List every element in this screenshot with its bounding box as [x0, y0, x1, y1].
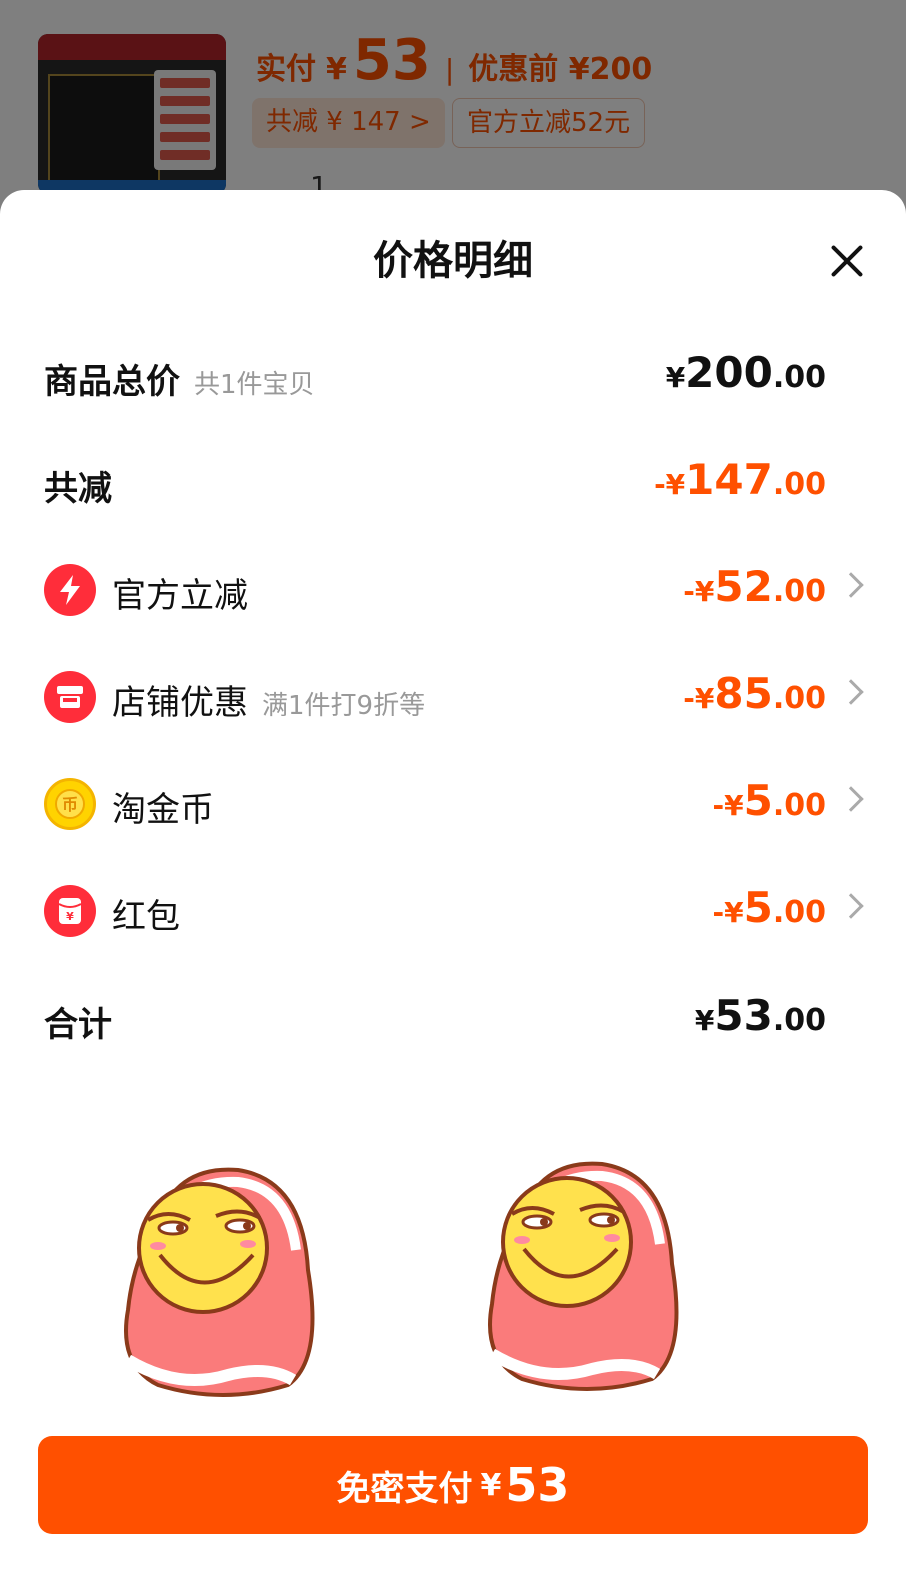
- pay-button-currency: ¥: [480, 1467, 502, 1503]
- row-label: 淘金币: [112, 790, 214, 830]
- shop-discount-note: 满1件打9折等: [262, 691, 426, 721]
- row-red-packet[interactable]: ¥ 红包 -¥ 5.00: [0, 879, 906, 939]
- shop-discount-amount: -¥ 85.00: [683, 669, 826, 718]
- row-label: 商品总价 共1件宝贝: [44, 362, 315, 402]
- red-packet-amount: -¥ 5.00: [712, 883, 827, 932]
- blanket-smiley-sticker: [488, 1161, 679, 1391]
- item-count-note: 共1件宝贝: [194, 370, 315, 400]
- lightning-icon: [44, 564, 96, 616]
- row-label: 店铺优惠 满1件打9折等: [112, 683, 426, 723]
- chevron-right-icon[interactable]: [838, 786, 864, 812]
- item-total-amount: ¥200.00: [665, 348, 826, 397]
- chevron-right-icon[interactable]: [838, 572, 864, 598]
- password-free-pay-button[interactable]: 免密支付 ¥ 53: [38, 1436, 868, 1534]
- pay-button-amount: 53: [505, 1458, 570, 1512]
- total-discount-amount: -¥ 147.00: [654, 455, 826, 504]
- taojinbi-amount: -¥ 5.00: [712, 776, 827, 825]
- pay-button-label: 免密支付: [336, 1468, 473, 1509]
- row-grand-total: 合计 ¥53.00: [0, 987, 906, 1047]
- official-discount-amount: -¥ 52.00: [683, 562, 826, 611]
- red-packet-icon: ¥: [44, 885, 96, 937]
- shop-icon: [44, 671, 96, 723]
- row-label: 合计: [44, 1005, 112, 1045]
- row-label: 红包: [112, 897, 180, 937]
- chevron-right-icon[interactable]: [838, 893, 864, 919]
- svg-text:币: 币: [62, 795, 78, 814]
- row-official-discount[interactable]: 官方立减 -¥ 52.00: [0, 558, 906, 618]
- gold-coin-icon: 币: [44, 778, 96, 830]
- price-detail-sheet: 价格明细 商品总价 共1件宝贝 ¥200.00 共减 -¥ 147.00 官方立减 …: [0, 190, 906, 1593]
- sheet-title: 价格明细: [373, 238, 533, 284]
- row-label: 官方立减: [112, 576, 248, 616]
- row-total-discount: 共减 -¥ 147.00: [0, 451, 906, 511]
- sticker-area: [0, 1160, 906, 1410]
- row-label: 共减: [44, 469, 112, 509]
- close-icon[interactable]: [826, 240, 868, 282]
- chevron-right-icon[interactable]: [838, 679, 864, 705]
- row-shop-discount[interactable]: 店铺优惠 满1件打9折等 -¥ 85.00: [0, 665, 906, 725]
- blanket-smiley-sticker: [124, 1167, 315, 1397]
- row-item-total: 商品总价 共1件宝贝 ¥200.00: [0, 344, 906, 404]
- row-taojinbi[interactable]: 币 淘金币 -¥ 5.00: [0, 772, 906, 832]
- grand-total-amount: ¥53.00: [694, 991, 826, 1040]
- svg-text:¥: ¥: [66, 910, 74, 923]
